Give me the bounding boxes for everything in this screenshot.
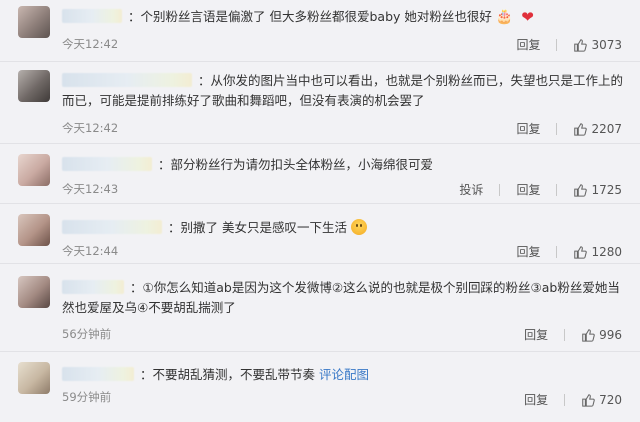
username-blurred[interactable] <box>62 157 152 171</box>
thumbs-up-icon <box>582 328 595 342</box>
comment-time: 今天12:43 <box>62 182 119 196</box>
comment-body: ：别撒了 美女只是感叹一下生活 <box>62 218 624 238</box>
thumbs-up-icon <box>574 38 588 52</box>
comment-actions: 回复 3073 <box>500 36 622 53</box>
comment-image-link[interactable]: 评论配图 <box>319 367 369 382</box>
comment-text: 不要胡乱猜测，不要乱带节奏 <box>152 367 316 382</box>
divider <box>564 328 566 341</box>
cake-emoji-icon: 🎂 <box>495 9 514 25</box>
reply-button[interactable]: 回复 <box>516 181 540 198</box>
thumbs-up-icon <box>574 122 588 136</box>
like-count: 996 <box>599 327 622 342</box>
like-button[interactable]: 1280 <box>573 245 622 259</box>
divider <box>556 38 558 51</box>
heart-icon: ❤ <box>521 8 534 26</box>
reply-button[interactable]: 回复 <box>516 36 540 53</box>
comment-item: ：不要胡乱猜测，不要乱带节奏 评论配图 59分钟前 回复 720 <box>0 352 640 422</box>
divider <box>556 183 558 196</box>
like-button[interactable]: 1725 <box>573 183 622 197</box>
comment-item: ：从你发的图片当中也可以看出，也就是个别粉丝而已，失望也只是工作上的而已，可能是… <box>0 62 640 144</box>
comment-text: 别撒了 美女只是感叹一下生活 <box>180 220 347 235</box>
comment-actions: 回复 996 <box>508 326 622 343</box>
divider <box>556 245 558 258</box>
username-blurred[interactable] <box>62 9 122 23</box>
like-button[interactable]: 2207 <box>573 122 622 136</box>
like-button[interactable]: 996 <box>581 328 622 342</box>
comment-actions: 投诉 回复 1725 <box>443 181 622 198</box>
comment-text: ①你怎么知道ab是因为这个发微博②这么说的也就是极个别回踩的粉丝③ab粉丝爱她当… <box>62 280 620 315</box>
avatar[interactable] <box>18 214 50 246</box>
like-button[interactable]: 720 <box>581 393 622 407</box>
comment-time: 今天12:42 <box>62 37 119 51</box>
divider <box>556 122 558 135</box>
thumbs-up-icon <box>582 393 595 407</box>
avatar[interactable] <box>18 154 50 186</box>
comment-item: ：个别粉丝言语是偏激了 但大多粉丝都很爱baby 她对粉丝也很好 🎂 ❤ 今天1… <box>0 0 640 62</box>
avatar[interactable] <box>18 362 50 394</box>
username-blurred[interactable] <box>62 73 192 87</box>
like-count: 720 <box>599 392 622 407</box>
thumbs-up-icon <box>574 245 588 259</box>
username-blurred[interactable] <box>62 220 162 234</box>
comment-time: 56分钟前 <box>62 327 112 341</box>
comment-body: ：①你怎么知道ab是因为这个发微博②这么说的也就是极个别回踩的粉丝③ab粉丝爱她… <box>62 280 620 315</box>
comment-body: ：个别粉丝言语是偏激了 但大多粉丝都很爱baby 她对粉丝也很好 🎂 ❤ <box>62 7 624 27</box>
comment-body: ：不要胡乱猜测，不要乱带节奏 评论配图 <box>62 365 624 385</box>
reply-button[interactable]: 回复 <box>524 391 548 408</box>
reply-button[interactable]: 回复 <box>524 326 548 343</box>
comment-actions: 回复 1280 <box>500 243 622 260</box>
comment-time: 今天12:44 <box>62 244 119 258</box>
comment-item: ：别撒了 美女只是感叹一下生活 今天12:44 回复 1280 <box>0 204 640 264</box>
thumbs-up-icon <box>574 183 588 197</box>
avatar[interactable] <box>18 6 50 38</box>
comment-text: 部分粉丝行为请勿扣头全体粉丝，小海绵很可爱 <box>170 157 434 172</box>
username-blurred[interactable] <box>62 367 134 381</box>
comment-time: 今天12:42 <box>62 121 119 135</box>
avatar[interactable] <box>18 276 50 308</box>
report-button[interactable]: 投诉 <box>459 181 483 198</box>
like-count: 1725 <box>591 182 622 197</box>
like-count: 3073 <box>591 37 622 52</box>
comment-time: 59分钟前 <box>62 390 112 404</box>
reply-button[interactable]: 回复 <box>516 243 540 260</box>
like-button[interactable]: 3073 <box>573 38 622 52</box>
smile-emoji-icon <box>351 219 367 235</box>
comment-text: 个别粉丝言语是偏激了 但大多粉丝都很爱baby 她对粉丝也很好 <box>140 9 492 24</box>
avatar[interactable] <box>18 70 50 102</box>
comment-body: ：从你发的图片当中也可以看出，也就是个别粉丝而已，失望也只是工作上的而已，可能是… <box>62 73 624 108</box>
comment-actions: 回复 2207 <box>500 120 622 137</box>
comment-item: ：①你怎么知道ab是因为这个发微博②这么说的也就是极个别回踩的粉丝③ab粉丝爱她… <box>0 264 640 352</box>
divider <box>564 393 566 406</box>
comment-item: ：部分粉丝行为请勿扣头全体粉丝，小海绵很可爱 今天12:43 投诉 回复 172… <box>0 144 640 204</box>
divider <box>499 183 501 196</box>
comment-list: ：个别粉丝言语是偏激了 但大多粉丝都很爱baby 她对粉丝也很好 🎂 ❤ 今天1… <box>0 0 640 422</box>
like-count: 1280 <box>591 244 622 259</box>
comment-body: ：部分粉丝行为请勿扣头全体粉丝，小海绵很可爱 <box>62 155 624 175</box>
username-blurred[interactable] <box>62 280 124 294</box>
reply-button[interactable]: 回复 <box>516 120 540 137</box>
comment-actions: 回复 720 <box>508 391 622 408</box>
like-count: 2207 <box>591 121 622 136</box>
